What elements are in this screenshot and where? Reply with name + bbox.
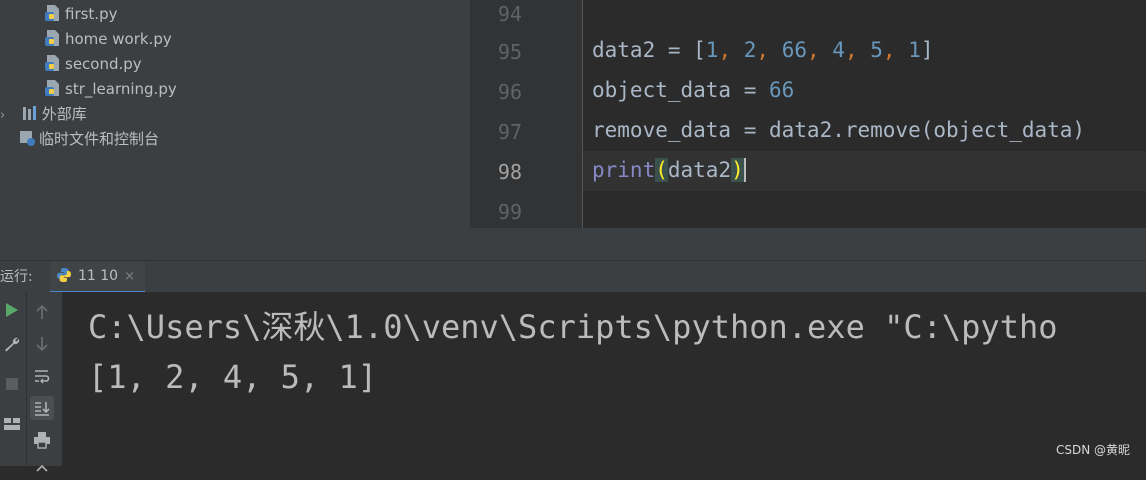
chevron-right-icon[interactable]: › — [0, 104, 16, 128]
scroll-to-end-icon — [35, 402, 50, 416]
more-actions-button[interactable] — [30, 456, 54, 480]
run-icon — [6, 303, 18, 317]
scroll-up-button[interactable] — [30, 300, 54, 324]
file-label: first.py — [65, 5, 118, 23]
line-number: 97 — [497, 120, 522, 144]
print-icon — [34, 432, 50, 449]
library-icon — [22, 106, 36, 120]
toolbar-separator — [26, 292, 27, 466]
tree-file-home-work[interactable]: home work.py — [44, 27, 172, 51]
external-libraries-label: 外部库 — [41, 105, 87, 123]
stop-icon — [6, 378, 18, 390]
run-tab-label: 11 10 — [78, 268, 119, 284]
settings-button[interactable] — [0, 332, 24, 356]
line-number: 94 — [497, 2, 522, 26]
code-editor[interactable]: 94 95 96 97 98 99 data2 = [1, 2, 66, 4, … — [470, 0, 1146, 228]
line-number: 96 — [497, 80, 522, 104]
line-number: 95 — [497, 40, 522, 64]
console-output[interactable]: C:\Users\深秋\1.0\venv\Scripts\python.exe … — [62, 292, 1146, 466]
file-label: second.py — [65, 55, 142, 73]
scratches-icon — [20, 131, 35, 146]
console-line: [1, 2, 4, 5, 1] — [88, 358, 377, 396]
python-file-icon — [45, 80, 59, 96]
code-line-96: object_data = 66 — [592, 78, 795, 102]
code-line-95: data2 = [1, 2, 66, 4, 5, 1] — [592, 38, 934, 62]
file-label: home work.py — [65, 30, 172, 48]
layout-button[interactable] — [0, 412, 24, 436]
print-button[interactable] — [30, 428, 54, 452]
tree-file-second[interactable]: second.py — [44, 52, 142, 76]
line-number-gutter: 94 95 96 97 98 99 — [470, 0, 583, 228]
down-arrow-icon — [36, 337, 48, 352]
python-file-icon — [45, 55, 59, 71]
file-label: str_learning.py — [65, 80, 177, 98]
scroll-down-button[interactable] — [30, 332, 54, 356]
text-caret — [743, 158, 746, 182]
run-toolbar — [0, 292, 62, 472]
wrench-icon — [5, 337, 20, 352]
tree-file-first[interactable]: first.py — [44, 2, 117, 26]
rerun-button[interactable] — [0, 298, 24, 322]
python-file-icon — [45, 30, 59, 46]
run-label: 运行: — [0, 269, 33, 285]
console-line: C:\Users\深秋\1.0\venv\Scripts\python.exe … — [88, 308, 1058, 346]
run-config-tab[interactable]: 11 10 × — [50, 261, 145, 294]
run-toolwindow-header: 运行: 11 10 × — [0, 260, 1146, 294]
close-icon[interactable]: × — [124, 269, 135, 284]
soft-wrap-button[interactable] — [30, 364, 54, 388]
layout-icon — [4, 418, 20, 430]
line-number-active: 98 — [497, 160, 522, 184]
tree-external-libraries[interactable]: › 外部库 — [0, 102, 87, 126]
editor-bottom-band — [470, 228, 1146, 260]
chevron-up-icon — [36, 464, 48, 472]
scratches-label: 临时文件和控制台 — [39, 130, 160, 148]
up-arrow-icon — [36, 304, 48, 319]
stop-button[interactable] — [0, 372, 24, 396]
python-icon — [57, 268, 71, 282]
soft-wrap-icon — [35, 370, 50, 384]
watermark: CSDN @黄昵 — [1055, 443, 1130, 457]
python-file-icon — [45, 5, 59, 21]
tree-scratches[interactable]: 临时文件和控制台 — [18, 127, 159, 151]
code-line-97: remove_data = data2.remove(object_data) — [592, 118, 1086, 142]
scroll-to-end-button[interactable] — [30, 396, 54, 420]
tree-file-str-learning[interactable]: str_learning.py — [44, 77, 177, 101]
line-number: 99 — [497, 200, 522, 224]
project-panel: first.py home work.py second.py str_lear… — [0, 0, 470, 260]
code-line-98: print(data2) — [592, 158, 746, 182]
